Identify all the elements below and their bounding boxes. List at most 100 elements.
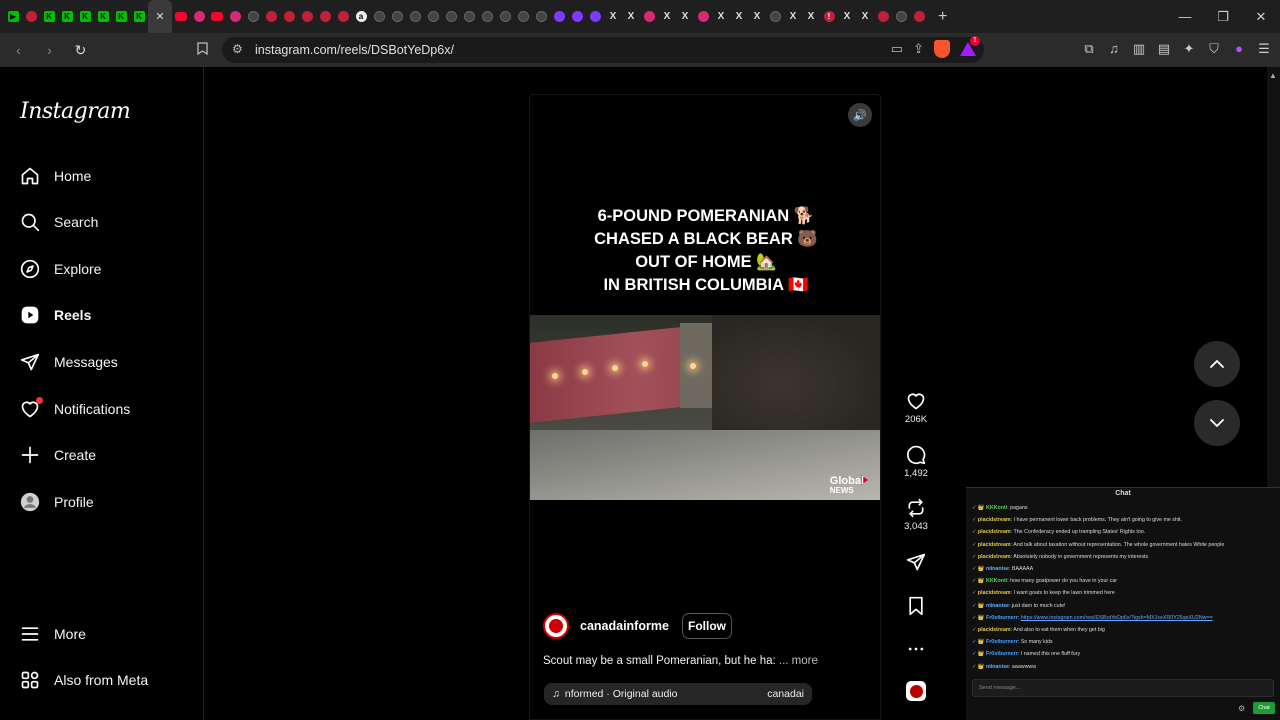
more-options-button[interactable] bbox=[896, 639, 936, 659]
browser-tab[interactable]: X bbox=[676, 0, 694, 33]
nav-explore[interactable]: Explore bbox=[20, 257, 101, 281]
share-button[interactable] bbox=[896, 552, 936, 572]
browser-tab[interactable]: ▶ bbox=[4, 0, 22, 33]
browser-tab[interactable] bbox=[172, 0, 190, 33]
browser-tab[interactable]: X bbox=[748, 0, 766, 33]
back-icon[interactable]: ‹ bbox=[6, 42, 31, 58]
brave-shields-icon[interactable] bbox=[934, 40, 950, 58]
chat-username[interactable]: Fr0stburnerr bbox=[986, 615, 1018, 621]
profile-avatar-icon[interactable]: ● bbox=[1231, 41, 1247, 57]
browser-tab[interactable] bbox=[514, 0, 532, 33]
nav-home[interactable]: Home bbox=[20, 164, 91, 188]
browser-tab[interactable] bbox=[532, 0, 550, 33]
chat-username[interactable]: Fr0stburnerr bbox=[986, 639, 1018, 645]
browser-tab[interactable]: X bbox=[838, 0, 856, 33]
scroll-up-icon[interactable]: ▲ bbox=[1269, 71, 1277, 80]
browser-tab[interactable] bbox=[190, 0, 208, 33]
bookmark-icon[interactable] bbox=[197, 42, 208, 58]
browser-tab[interactable] bbox=[442, 0, 460, 33]
chat-settings-icon[interactable]: ⚙ bbox=[1238, 704, 1245, 713]
browser-tab[interactable] bbox=[874, 0, 892, 33]
nav-profile[interactable]: Profile bbox=[20, 490, 94, 514]
wallet-icon[interactable]: ▤ bbox=[1156, 41, 1172, 57]
url-text[interactable]: instagram.com/reels/DSBotYeDp6x/ bbox=[255, 43, 454, 57]
follow-button[interactable]: Follow bbox=[682, 613, 732, 639]
minimize-button[interactable]: — bbox=[1166, 9, 1204, 24]
browser-tab[interactable]: K bbox=[58, 0, 76, 33]
sidebar-toggle-icon[interactable]: ▥ bbox=[1131, 41, 1147, 57]
browser-tab[interactable] bbox=[694, 0, 712, 33]
menu-icon[interactable]: ☰ bbox=[1256, 41, 1272, 57]
close-window-button[interactable]: ✕ bbox=[1242, 9, 1280, 25]
browser-tab[interactable] bbox=[550, 0, 568, 33]
brave-rewards-icon[interactable]: 1 bbox=[960, 36, 980, 56]
browser-tab[interactable] bbox=[388, 0, 406, 33]
nav-messages[interactable]: Messages bbox=[20, 350, 118, 374]
chat-username[interactable]: placidstream bbox=[978, 517, 1011, 523]
browser-tab[interactable]: K bbox=[130, 0, 148, 33]
audio-pill[interactable]: ♫ nformed · Original audio canadai bbox=[544, 683, 812, 705]
media-icon[interactable]: ♫ bbox=[1106, 41, 1122, 57]
browser-tab[interactable] bbox=[640, 0, 658, 33]
address-bar[interactable]: ⚙ instagram.com/reels/DSBotYeDp6x/ ▭ ⇪ 1 bbox=[222, 36, 984, 63]
audio-avatar[interactable] bbox=[896, 681, 936, 701]
browser-tab[interactable] bbox=[910, 0, 928, 33]
browser-tab[interactable] bbox=[226, 0, 244, 33]
browser-tab[interactable] bbox=[316, 0, 334, 33]
browser-tab[interactable] bbox=[766, 0, 784, 33]
leo-icon[interactable]: ✦ bbox=[1181, 41, 1197, 57]
instagram-logo[interactable]: Instagram bbox=[20, 99, 131, 124]
browser-tab[interactable] bbox=[262, 0, 280, 33]
browser-tab[interactable] bbox=[280, 0, 298, 33]
chat-username[interactable]: Fr0stburnerr bbox=[986, 651, 1018, 657]
browser-tab[interactable] bbox=[568, 0, 586, 33]
browser-tab[interactable]: X bbox=[604, 0, 622, 33]
chat-username[interactable]: placidstream bbox=[978, 529, 1011, 535]
comment-button[interactable]: 1,492 bbox=[896, 445, 936, 479]
forward-icon[interactable]: › bbox=[37, 42, 62, 58]
chat-username[interactable]: placidstream bbox=[978, 590, 1011, 596]
browser-tab[interactable] bbox=[478, 0, 496, 33]
chat-username[interactable]: niinanise bbox=[986, 566, 1009, 572]
browser-tab[interactable]: K bbox=[112, 0, 130, 33]
browser-tab[interactable] bbox=[424, 0, 442, 33]
caption-more-link[interactable]: ... more bbox=[779, 655, 818, 667]
chat-username[interactable]: placidstream bbox=[978, 627, 1011, 633]
chat-username[interactable]: placidstream bbox=[978, 542, 1011, 548]
nav-notifications[interactable]: Notifications bbox=[20, 397, 130, 421]
vpn-icon[interactable]: ⛉ bbox=[1206, 41, 1222, 57]
chat-username[interactable]: KKKonti bbox=[986, 505, 1007, 511]
save-button[interactable] bbox=[896, 596, 936, 616]
next-reel-button[interactable] bbox=[1194, 400, 1240, 446]
browser-tab[interactable]: K bbox=[94, 0, 112, 33]
browser-tab[interactable]: K bbox=[40, 0, 58, 33]
browser-tab[interactable]: X bbox=[622, 0, 640, 33]
author-avatar[interactable] bbox=[543, 613, 569, 639]
volume-icon[interactable]: 🔊 bbox=[848, 103, 872, 127]
like-button[interactable]: 206K bbox=[896, 391, 936, 425]
browser-tab[interactable]: ! bbox=[820, 0, 838, 33]
author-name[interactable]: canadainforme bbox=[580, 619, 670, 633]
nav-search[interactable]: Search bbox=[20, 210, 98, 234]
nav-reels[interactable]: Reels bbox=[20, 303, 91, 327]
new-tab-button[interactable]: + bbox=[938, 8, 947, 26]
browser-tab[interactable] bbox=[586, 0, 604, 33]
browser-tab[interactable]: X bbox=[802, 0, 820, 33]
browser-tab[interactable] bbox=[892, 0, 910, 33]
nav-create[interactable]: Create bbox=[20, 443, 96, 467]
browser-tab[interactable]: X bbox=[784, 0, 802, 33]
screenshot-icon[interactable]: ⧉ bbox=[1081, 41, 1097, 57]
chat-send-button[interactable]: Chat bbox=[1253, 702, 1275, 714]
reload-icon[interactable]: ↻ bbox=[68, 42, 93, 59]
browser-tab[interactable] bbox=[22, 0, 40, 33]
browser-tab[interactable] bbox=[406, 0, 424, 33]
browser-tab[interactable] bbox=[208, 0, 226, 33]
browser-tab[interactable]: X bbox=[856, 0, 874, 33]
chat-username[interactable]: placidstream bbox=[978, 554, 1011, 560]
browser-tab[interactable] bbox=[370, 0, 388, 33]
chat-username[interactable]: niinanise bbox=[986, 603, 1009, 609]
browser-tab[interactable] bbox=[244, 0, 262, 33]
browser-tab[interactable] bbox=[298, 0, 316, 33]
browser-tab[interactable]: a bbox=[352, 0, 370, 33]
reel-video[interactable]: 🔊 6-POUND POMERANIAN 🐕 CHASED A BLACK BE… bbox=[529, 94, 881, 720]
